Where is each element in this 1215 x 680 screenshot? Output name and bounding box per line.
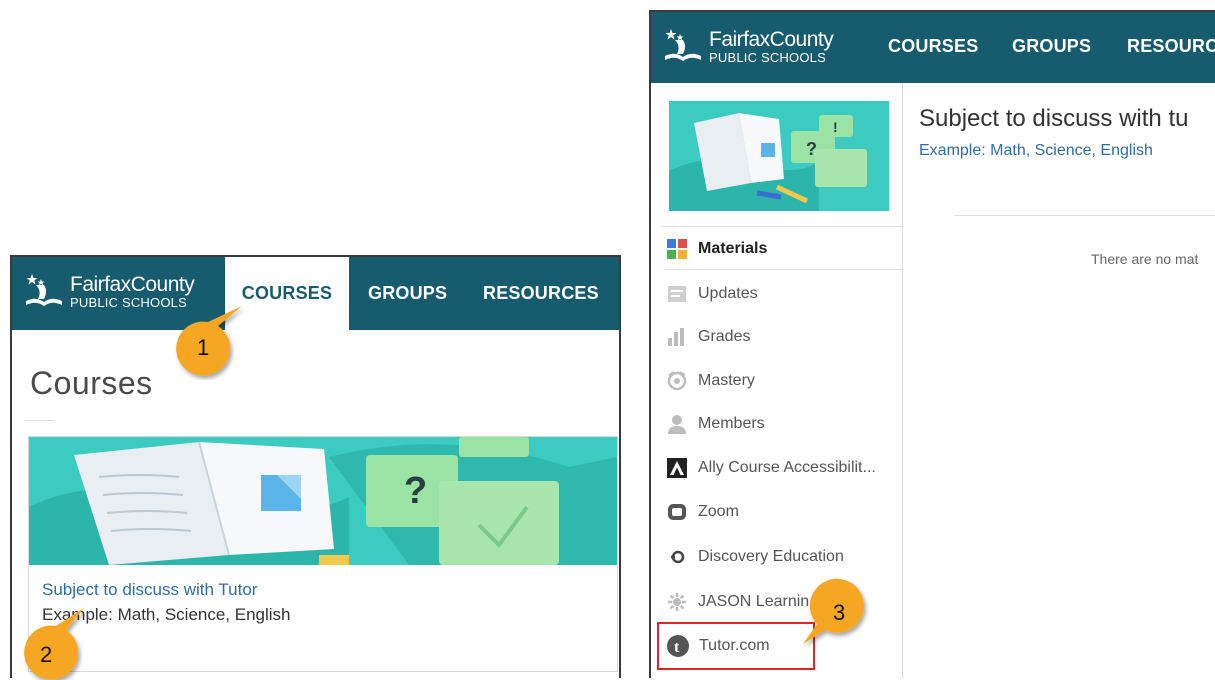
sidebar-item-grades[interactable]: Grades — [665, 317, 901, 357]
discovery-icon — [665, 545, 689, 569]
top-navbar: FairfaxCounty PUBLIC SCHOOLS COURSES GRO… — [12, 257, 619, 330]
sidebar-item-label: Grades — [698, 328, 751, 345]
sidebar-item-discovery[interactable]: Discovery Education — [665, 537, 901, 577]
page-title: Courses — [30, 365, 153, 401]
fcps-logo-icon — [26, 274, 62, 306]
sidebar-item-label: Mastery — [698, 372, 755, 389]
sidebar-divider — [902, 83, 903, 678]
svg-text:t: t — [674, 639, 680, 656]
nav-resources[interactable]: RESOURC — [1127, 12, 1215, 80]
course-subtitle: Example: Math, Science, English — [919, 142, 1153, 159]
sidebar-item-mastery[interactable]: Mastery — [665, 361, 901, 401]
tutor-icon: t — [666, 634, 690, 658]
sidebar-item-materials[interactable]: Materials — [665, 229, 902, 270]
brand-subtitle: PUBLIC SCHOOLS — [709, 49, 826, 65]
sidebar-item-label: JASON Learnin — [698, 593, 810, 610]
nav-resources[interactable]: RESOURCES — [483, 257, 599, 330]
members-icon — [665, 412, 689, 436]
title-divider — [24, 420, 54, 421]
brand-name: FairfaxCounty — [70, 272, 195, 296]
step-3-number: 3 — [833, 600, 846, 625]
nav-groups[interactable]: GROUPS — [1012, 12, 1091, 80]
step-3-callout: 3 — [797, 574, 877, 654]
sidebar-item-updates[interactable]: Updates — [665, 274, 901, 314]
course-detail-screenshot-panel: FairfaxCounty PUBLIC SCHOOLS COURSES GRO… — [649, 10, 1215, 678]
brand-name: FairfaxCounty — [709, 27, 834, 51]
sidebar-item-label: Zoom — [698, 503, 739, 520]
sidebar-item-label: Discovery Education — [698, 548, 844, 565]
fcps-logo[interactable]: FairfaxCounty PUBLIC SCHOOLS — [661, 26, 834, 66]
sidebar-item-label: Updates — [698, 285, 758, 302]
grades-icon — [665, 325, 689, 349]
step-1-callout: 1 — [168, 300, 248, 380]
header-divider — [954, 215, 1215, 216]
course-title: Subject to discuss with tu — [919, 105, 1189, 132]
materials-icon — [665, 237, 689, 261]
zoom-icon — [665, 500, 689, 524]
fcps-logo-icon — [665, 29, 701, 61]
step-2-callout: 2 — [14, 604, 104, 680]
sidebar-top-divider — [661, 226, 902, 227]
sidebar-item-label: Tutor.com — [699, 637, 770, 654]
top-navbar: FairfaxCounty PUBLIC SCHOOLS COURSES GRO… — [651, 12, 1215, 83]
sidebar-item-members[interactable]: Members — [665, 404, 901, 444]
updates-icon — [665, 282, 689, 306]
nav-groups[interactable]: GROUPS — [368, 257, 447, 330]
nav-courses[interactable]: COURSES — [888, 12, 978, 80]
step-2-number: 2 — [40, 642, 53, 667]
course-name-link[interactable]: Subject to discuss with Tutor — [42, 580, 257, 600]
svg-text:!: ! — [833, 119, 838, 135]
sidebar-item-label: Ally Course Accessibilit... — [698, 459, 876, 476]
ally-icon — [665, 456, 689, 480]
sidebar-item-label: Members — [698, 415, 765, 432]
jason-icon — [665, 590, 689, 614]
course-thumbnail-image: ? ! — [669, 101, 889, 211]
course-banner-image: ? — [29, 437, 617, 565]
mastery-icon — [665, 369, 689, 393]
svg-text:?: ? — [404, 470, 427, 512]
empty-materials-message: There are no mat — [1091, 251, 1199, 267]
sidebar-item-tutor[interactable]: t Tutor.com — [657, 622, 815, 670]
sidebar-item-ally[interactable]: Ally Course Accessibilit... — [665, 448, 901, 488]
step-1-number: 1 — [197, 335, 210, 360]
sidebar-item-label: Materials — [698, 240, 768, 257]
course-card[interactable]: ? Subject to discuss with Tutor Example:… — [28, 436, 618, 672]
sidebar-item-zoom[interactable]: Zoom — [665, 492, 901, 532]
